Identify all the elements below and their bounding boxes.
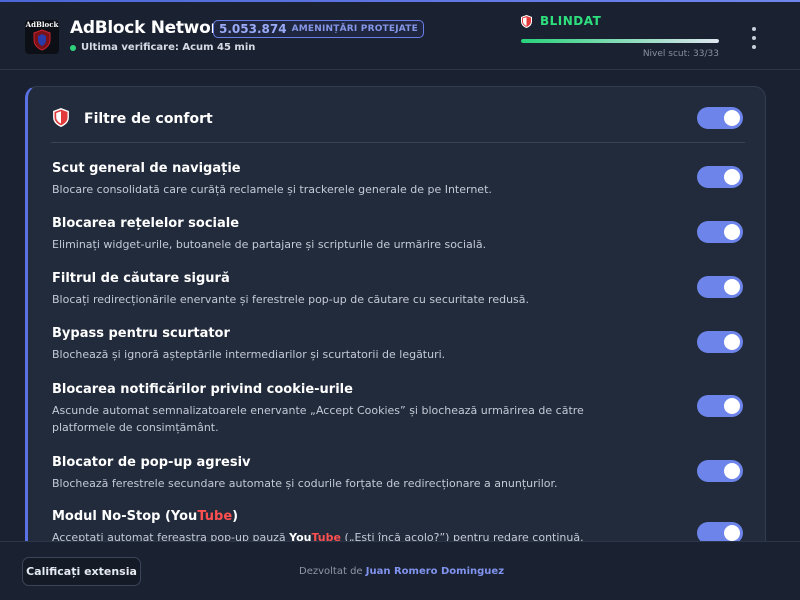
filter-title: Blocarea notificărilor privind cookie-ur… xyxy=(52,382,353,397)
card-title: Filtre de confort xyxy=(84,111,213,127)
rate-extension-button[interactable]: Calificați extensia xyxy=(22,557,141,586)
shield-icon xyxy=(521,14,532,28)
app-header: AdBlock AdBlock Network 5.053.874 AMENIN… xyxy=(0,2,800,70)
kebab-dot xyxy=(752,27,756,31)
filter-toggle[interactable] xyxy=(697,331,743,353)
filter-description: Blocare consolidată care curăță reclamel… xyxy=(52,183,492,196)
logo-text: AdBlock xyxy=(25,20,59,29)
developer-link[interactable]: Juan Romero Dominguez xyxy=(366,566,504,577)
filter-title: Scut general de navigație xyxy=(52,161,241,176)
master-toggle[interactable] xyxy=(697,107,743,129)
youtube-tube: Tube xyxy=(197,509,233,524)
shield-level-fill xyxy=(521,39,719,43)
app-logo: AdBlock xyxy=(25,20,59,54)
logo-shield-icon xyxy=(33,29,51,51)
dev-prefix: Dezvoltat de xyxy=(299,566,363,577)
filter-toggle[interactable] xyxy=(697,276,743,298)
kebab-dot xyxy=(752,45,756,49)
title-part: ) xyxy=(232,509,239,524)
shield-icon xyxy=(53,108,69,127)
online-dot-icon xyxy=(70,44,76,51)
last-check-status: Ultima verificare: Acum 45 min xyxy=(70,42,255,53)
filter-description: Eliminați widget-urile, butoanele de par… xyxy=(52,238,487,251)
threat-counter-badge: 5.053.874 AMENINȚĂRI PROTEJATE xyxy=(213,20,424,38)
filter-title: Blocarea rețelelor sociale xyxy=(52,216,240,231)
status-text: BLINDAT xyxy=(540,14,602,28)
developer-credit: Dezvoltat de Juan Romero Dominguez xyxy=(299,566,504,577)
filter-toggle[interactable] xyxy=(697,166,743,188)
filter-toggle[interactable] xyxy=(697,221,743,243)
last-check-text: Ultima verificare: Acum 45 min xyxy=(81,42,256,53)
app-footer: Calificați extensia Dezvoltat de Juan Ro… xyxy=(0,541,800,600)
divider xyxy=(51,142,745,143)
filter-description: Blochează ferestrele secundare automate … xyxy=(52,477,558,490)
card-header: Filtre de confort xyxy=(28,87,765,143)
more-options-icon[interactable] xyxy=(747,27,761,49)
filter-toggle[interactable] xyxy=(697,395,743,417)
filter-title: Blocator de pop-up agresiv xyxy=(52,455,251,470)
filter-title: Modul No-Stop (YouTube) xyxy=(52,509,238,524)
title-part: Modul No-Stop ( xyxy=(52,509,171,524)
filter-description: Blocați redirecționările enervante și fe… xyxy=(52,293,530,306)
youtube-you: You xyxy=(170,509,198,524)
app-title: AdBlock Network xyxy=(70,18,230,38)
shield-level-bar xyxy=(521,39,719,43)
threat-label: AMENINȚĂRI PROTEJATE xyxy=(291,24,418,34)
shield-level-label: Nivel scut: 33/33 xyxy=(642,49,719,59)
comfort-filters-card: Filtre de confort Scut general de naviga… xyxy=(25,86,766,566)
filter-description: Ascunde automat semnalizatoarele enervan… xyxy=(52,404,584,434)
filter-toggle[interactable] xyxy=(697,460,743,482)
filter-title: Filtrul de căutare sigură xyxy=(52,271,230,286)
protection-status: BLINDAT xyxy=(521,14,601,28)
threat-count: 5.053.874 xyxy=(219,22,287,36)
filter-description: Blochează și ignoră așteptările intermed… xyxy=(52,348,446,361)
filter-title: Bypass pentru scurtator xyxy=(52,326,230,341)
kebab-dot xyxy=(752,36,756,40)
